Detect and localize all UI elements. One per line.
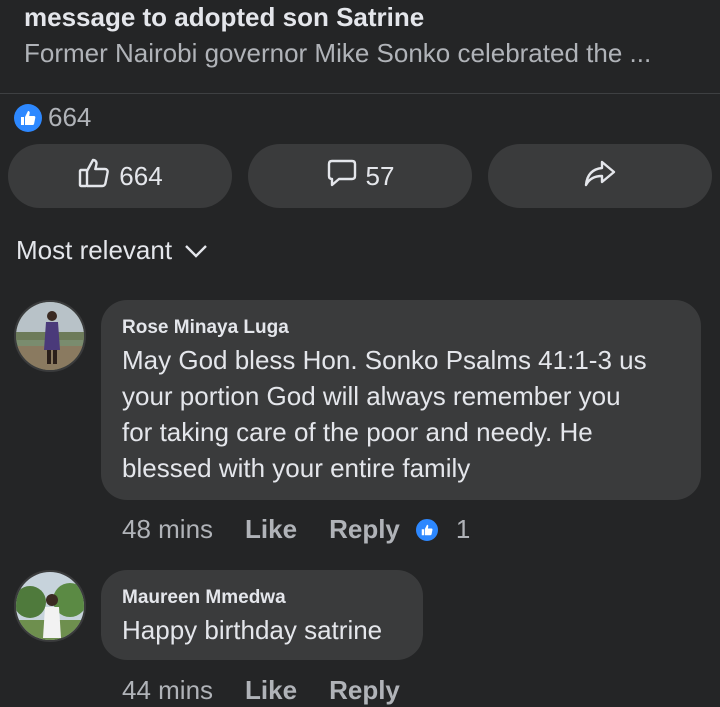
post-title[interactable]: message to adopted son Satrine xyxy=(24,2,424,33)
comment-meta: 44 mins Like Reply xyxy=(122,675,400,706)
comment-text: May God bless Hon. Sonko Psalms 41:1-3 u… xyxy=(122,342,647,486)
comment-line: blessed with your entire family xyxy=(122,453,471,483)
comment-time[interactable]: 44 mins xyxy=(122,675,213,706)
comment-button[interactable]: 57 xyxy=(248,144,472,208)
post-subtitle[interactable]: Former Nairobi governor Mike Sonko celeb… xyxy=(24,38,651,69)
divider xyxy=(0,93,720,94)
reaction-count: 664 xyxy=(48,102,92,132)
comment-reply-link[interactable]: Reply xyxy=(329,514,400,545)
avatar[interactable] xyxy=(14,570,86,642)
reactions-summary[interactable]: 664 xyxy=(14,102,91,133)
comment-icon xyxy=(326,157,358,196)
comment-line: Happy birthday satrine xyxy=(122,615,383,645)
share-button[interactable] xyxy=(488,144,712,208)
avatar[interactable] xyxy=(14,300,86,372)
comment-text: Happy birthday satrine xyxy=(122,612,382,648)
like-count: 664 xyxy=(119,160,163,191)
comment-reply-link[interactable]: Reply xyxy=(329,675,400,706)
comment-sort-dropdown[interactable]: Most relevant xyxy=(16,235,208,266)
comment-count: 57 xyxy=(365,160,395,191)
like-reaction-icon xyxy=(413,516,440,543)
comment-reaction-count[interactable]: 1 xyxy=(456,514,470,545)
sort-label: Most relevant xyxy=(16,235,173,265)
comment-line: May God bless Hon. Sonko Psalms 41:1-3 u… xyxy=(122,345,647,375)
comment-line: for taking care of the poor and needy. H… xyxy=(122,417,593,447)
comment-time[interactable]: 48 mins xyxy=(122,514,213,545)
comment-author[interactable]: Rose Minaya Luga xyxy=(122,317,289,339)
thumbs-up-icon xyxy=(77,156,111,197)
chevron-down-icon xyxy=(184,235,208,266)
share-icon xyxy=(583,157,617,196)
comment-bubble[interactable]: Rose Minaya Luga May God bless Hon. Sonk… xyxy=(101,300,701,500)
like-button[interactable]: 664 xyxy=(8,144,232,208)
comment-meta: 48 mins Like Reply 1 xyxy=(122,514,470,545)
comment-author[interactable]: Maureen Mmedwa xyxy=(122,587,286,609)
like-reaction-icon xyxy=(14,103,42,132)
comment-line: your portion God will always remember yo… xyxy=(122,381,621,411)
comment-like-link[interactable]: Like xyxy=(245,675,297,706)
comment-bubble[interactable]: Maureen Mmedwa Happy birthday satrine xyxy=(101,570,423,660)
comment-like-link[interactable]: Like xyxy=(245,514,297,545)
